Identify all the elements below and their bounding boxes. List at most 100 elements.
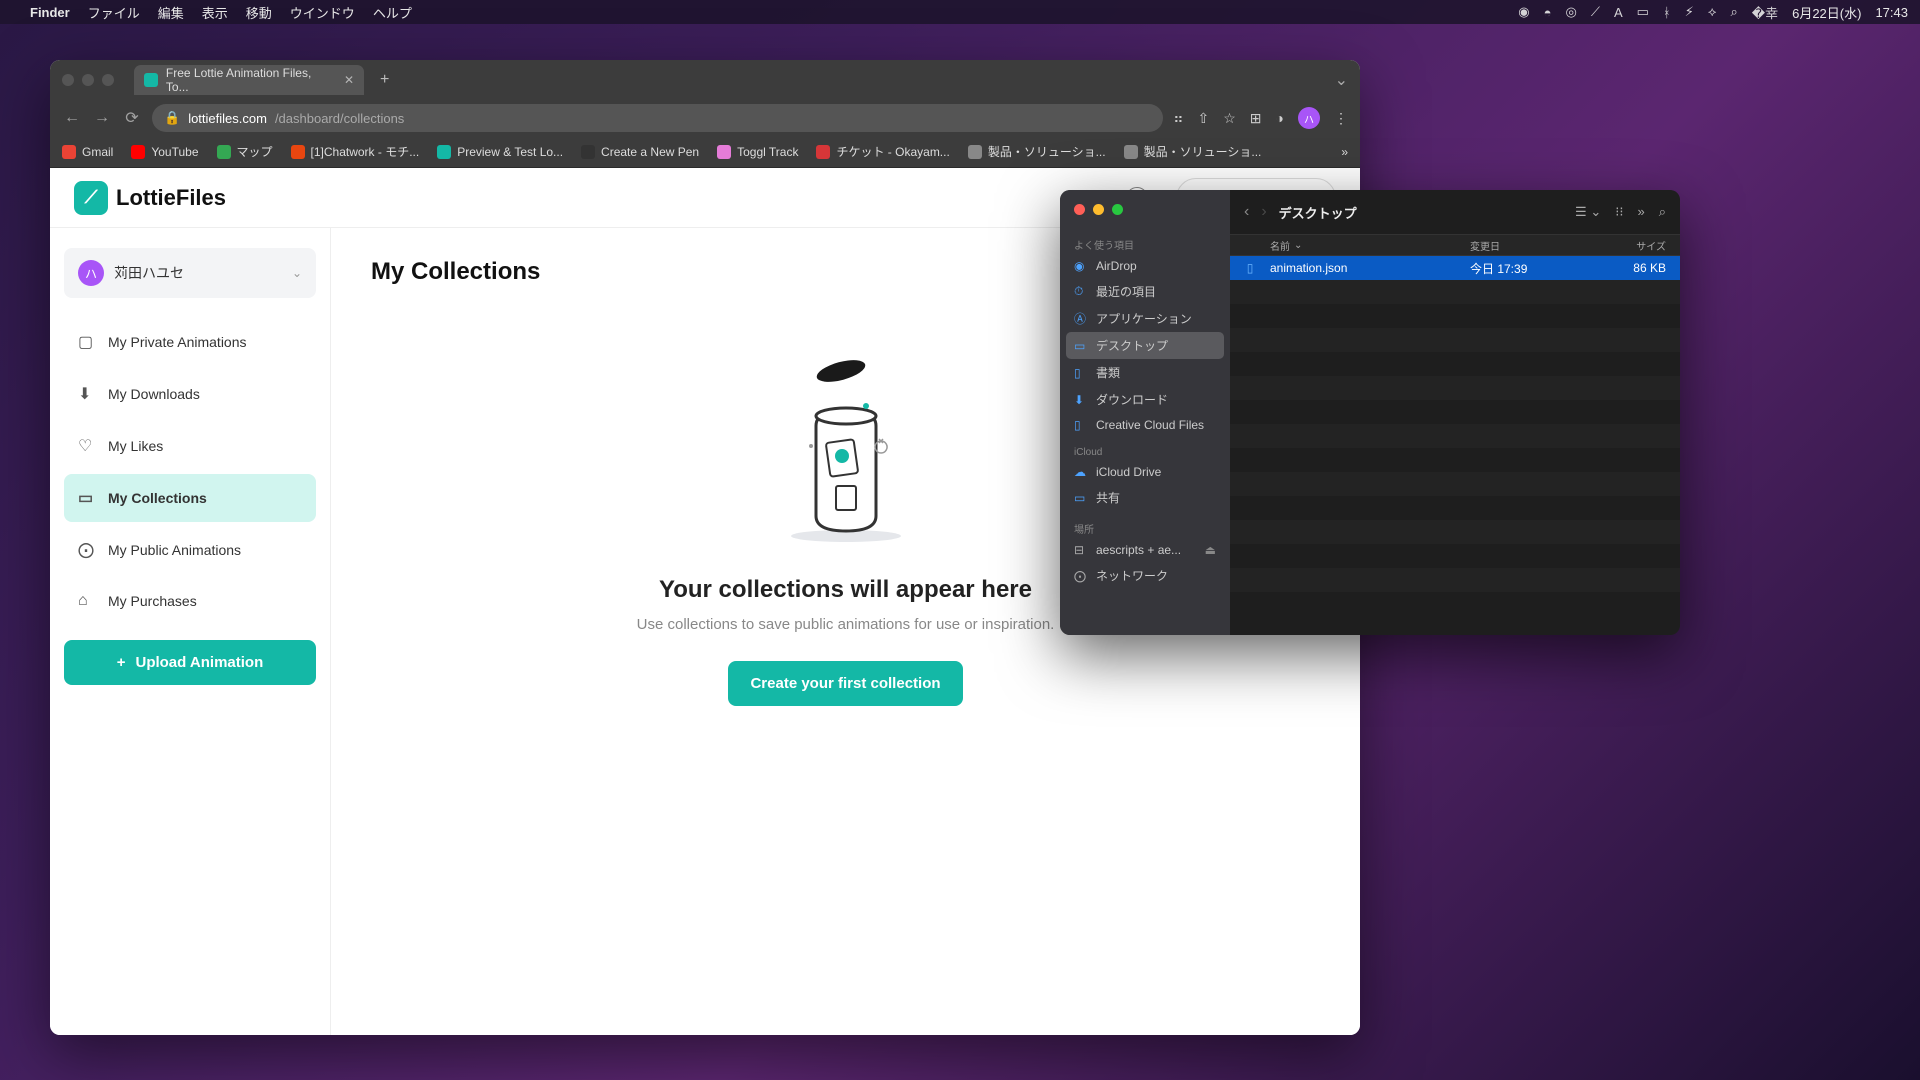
new-tab-button[interactable]: + — [372, 71, 397, 89]
reload-button[interactable]: ⟳ — [122, 108, 142, 128]
sidebar-item-public[interactable]: ⨀My Public Animations — [64, 526, 316, 574]
menubar-help[interactable]: ヘルプ — [373, 3, 412, 22]
menubar-app-name[interactable]: Finder — [30, 5, 70, 20]
sidebar-item-creative-cloud[interactable]: ▯Creative Cloud Files — [1060, 413, 1230, 437]
control-center-icon[interactable]: �幸 — [1752, 3, 1778, 22]
sidebar-item-shared[interactable]: ▭共有 — [1060, 484, 1230, 511]
sidebar-item-downloads[interactable]: ⬇ダウンロード — [1060, 386, 1230, 413]
heart-icon: ♡ — [78, 436, 96, 456]
finder-title: デスクトップ — [1279, 203, 1357, 222]
logo-mark-icon: ⟋ — [74, 181, 108, 215]
tab-favicon-icon — [144, 73, 158, 87]
status-icon[interactable]: ◓ — [1544, 5, 1552, 20]
bookmark-icon[interactable]: ☆ — [1223, 110, 1236, 127]
bookmark-ticket[interactable]: チケット - Okayam... — [816, 143, 949, 160]
bookmark-youtube[interactable]: YouTube — [131, 145, 198, 159]
finder-toolbar: ‹ › デスクトップ ☰ ⌄ ⁝⁝ » ⌕ — [1230, 190, 1680, 234]
display-icon[interactable]: ▭ — [1637, 4, 1649, 20]
column-size[interactable]: サイズ — [1600, 238, 1680, 253]
profile-avatar[interactable]: ハ — [1298, 107, 1320, 129]
menubar-file[interactable]: ファイル — [88, 3, 140, 22]
file-date: 今日 17:39 — [1470, 260, 1600, 277]
menubar-go[interactable]: 移動 — [246, 3, 272, 22]
bookmark-product1[interactable]: 製品・ソリューショ... — [968, 143, 1106, 160]
sidebar-item-likes[interactable]: ♡My Likes — [64, 422, 316, 470]
status-icon[interactable]: ⟋ — [1591, 4, 1600, 20]
browser-tab[interactable]: Free Lottie Animation Files, To... ✕ — [134, 65, 364, 95]
eject-icon[interactable]: ⏏ — [1205, 543, 1216, 557]
sidebar-item-downloads[interactable]: ⬇My Downloads — [64, 370, 316, 418]
creative-cloud-icon[interactable]: ◉ — [1518, 4, 1529, 20]
bookmark-toggl[interactable]: Toggl Track — [717, 145, 798, 159]
extension-icon[interactable]: ◑ — [1276, 110, 1284, 126]
url-input[interactable]: 🔒 lottiefiles.com/dashboard/collections — [152, 104, 1163, 132]
group-icon[interactable]: ⁝⁝ — [1615, 204, 1623, 220]
menubar-view[interactable]: 表示 — [202, 3, 228, 22]
input-source-icon[interactable]: A — [1614, 5, 1623, 20]
finder-window: よく使う項目 ◉AirDrop ⏱最近の項目 Ⓐアプリケーション ▭デスクトップ… — [1060, 190, 1680, 635]
menubar-date[interactable]: 6月22日(水) — [1792, 3, 1861, 22]
view-list-icon[interactable]: ☰ ⌄ — [1575, 204, 1601, 220]
sidebar-item-collections[interactable]: ▭My Collections — [64, 474, 316, 522]
shared-icon: ▭ — [1074, 491, 1088, 505]
bookmark-product2[interactable]: 製品・ソリューショ... — [1124, 143, 1262, 160]
toolbar-overflow-icon[interactable]: » — [1637, 204, 1644, 220]
spotlight-icon[interactable]: ⌕ — [1730, 4, 1737, 20]
tabs-dropdown-icon[interactable]: ⌄ — [1335, 70, 1348, 90]
empty-state-illustration — [766, 346, 926, 546]
bookmark-gmail[interactable]: Gmail — [62, 145, 113, 159]
sidebar-item-purchases[interactable]: ⌂My Purchases — [64, 578, 316, 624]
status-icon[interactable]: ◎ — [1566, 4, 1577, 20]
search-icon[interactable]: ⌕ — [1659, 204, 1666, 220]
bookmark-icon — [217, 145, 231, 159]
sidebar-item-airdrop[interactable]: ◉AirDrop — [1060, 254, 1230, 278]
menubar-edit[interactable]: 編集 — [158, 3, 184, 22]
bookmarks-bar: Gmail YouTube マップ [1]Chatwork - モチ... Pr… — [50, 136, 1360, 168]
lottiefiles-logo[interactable]: ⟋ LottieFiles — [74, 181, 226, 215]
sidebar-item-network[interactable]: ⨀ネットワーク — [1060, 562, 1230, 589]
sidebar-item-applications[interactable]: Ⓐアプリケーション — [1060, 305, 1230, 332]
sidebar-item-documents[interactable]: ▯書類 — [1060, 359, 1230, 386]
menubar-time[interactable]: 17:43 — [1875, 5, 1908, 20]
upload-animation-button[interactable]: + Upload Animation — [64, 640, 316, 685]
bluetooth-icon[interactable]: ᚼ — [1663, 5, 1671, 20]
bookmarks-overflow-icon[interactable]: » — [1341, 145, 1348, 159]
extensions-icon[interactable]: ⊞ — [1250, 110, 1262, 127]
disk-icon: ⊟ — [1074, 543, 1088, 557]
download-icon: ⬇ — [78, 384, 96, 404]
wifi-icon[interactable]: ⟡ — [1708, 4, 1717, 20]
sidebar-item-private[interactable]: ▢My Private Animations — [64, 318, 316, 366]
bookmark-preview[interactable]: Preview & Test Lo... — [437, 145, 563, 159]
bookmark-chatwork[interactable]: [1]Chatwork - モチ... — [291, 143, 420, 160]
menubar-window[interactable]: ウインドウ — [290, 3, 355, 22]
close-window-button[interactable] — [1074, 204, 1085, 215]
chrome-menu-icon[interactable]: ⋮ — [1334, 110, 1348, 127]
back-button[interactable]: ← — [62, 109, 82, 127]
tab-close-icon[interactable]: ✕ — [344, 73, 354, 87]
sidebar-item-recents[interactable]: ⏱最近の項目 — [1060, 278, 1230, 305]
minimize-window-button[interactable] — [1093, 204, 1104, 215]
battery-icon[interactable]: ⚡︎ — [1685, 4, 1694, 20]
file-row-empty — [1230, 472, 1680, 496]
share-icon[interactable]: ⇧ — [1198, 110, 1210, 127]
create-collection-button[interactable]: Create your first collection — [728, 661, 962, 706]
sidebar-item-desktop[interactable]: ▭デスクトップ — [1066, 332, 1224, 359]
sidebar-item-icloud-drive[interactable]: ☁iCloud Drive — [1060, 460, 1230, 484]
forward-button[interactable]: › — [1261, 203, 1266, 221]
file-row[interactable]: ▯ animation.json 今日 17:39 86 KB — [1230, 256, 1680, 280]
user-menu[interactable]: ハ 苅田ハユセ ⌄ — [64, 248, 316, 298]
maximize-window-button[interactable] — [1112, 204, 1123, 215]
bookmark-codepen[interactable]: Create a New Pen — [581, 145, 699, 159]
column-name[interactable]: 名前 ⌄ — [1230, 238, 1470, 253]
file-list: ▯ animation.json 今日 17:39 86 KB — [1230, 256, 1680, 635]
back-button[interactable]: ‹ — [1244, 203, 1249, 221]
maximize-window-button[interactable] — [102, 74, 114, 86]
sidebar-section-icloud: iCloud — [1060, 443, 1230, 460]
minimize-window-button[interactable] — [82, 74, 94, 86]
forward-button[interactable]: → — [92, 109, 112, 127]
close-window-button[interactable] — [62, 74, 74, 86]
sidebar-item-aescripts[interactable]: ⊟aescripts + ae...⏏ — [1060, 538, 1230, 562]
bookmark-maps[interactable]: マップ — [217, 143, 273, 160]
column-date[interactable]: 変更日 — [1470, 238, 1600, 253]
translate-icon[interactable]: ⠶ — [1173, 110, 1183, 127]
